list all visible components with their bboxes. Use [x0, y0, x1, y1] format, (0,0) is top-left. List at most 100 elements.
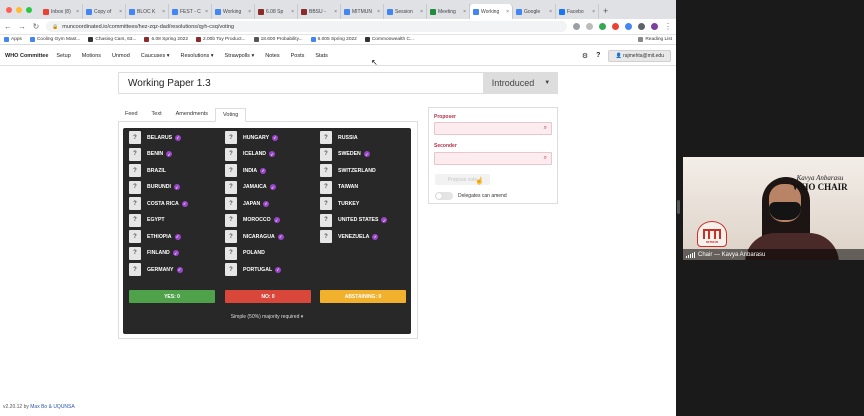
vote-toggle-button[interactable]: ?	[320, 213, 332, 227]
vote-toggle-button[interactable]: ?	[129, 180, 141, 194]
browser-tab[interactable]: BBSU - ×	[298, 4, 341, 19]
close-tab-icon[interactable]: ×	[119, 9, 122, 15]
footer-authors-link[interactable]: Max Bo & UQUNSA	[30, 404, 74, 410]
vote-toggle-button[interactable]: ?	[129, 147, 141, 161]
browser-tab[interactable]: Working ×	[470, 4, 513, 19]
close-tab-icon[interactable]: ×	[592, 9, 595, 15]
close-tab-icon[interactable]: ×	[549, 9, 552, 15]
browser-tab[interactable]: Meeting ×	[427, 4, 470, 19]
bookmark-star-icon[interactable]	[586, 23, 593, 30]
bookmark-item[interactable]: Apps	[4, 37, 22, 42]
abstain-tally-button[interactable]: ABSTAINING: 0	[320, 290, 406, 303]
browser-tab[interactable]: Google ×	[513, 4, 556, 19]
vote-toggle-button[interactable]: ?	[129, 230, 141, 243]
vote-toggle-button[interactable]: ?	[320, 164, 332, 177]
nav-item[interactable]: Caucuses ▾	[141, 53, 170, 59]
nav-item[interactable]: Posts	[291, 53, 305, 59]
minimize-window-button[interactable]	[16, 7, 22, 13]
panel-resize-handle[interactable]	[677, 200, 680, 214]
vote-toggle-button[interactable]: ?	[320, 230, 332, 243]
share-icon[interactable]	[573, 23, 580, 30]
committee-brand[interactable]: WHO Committee	[5, 53, 48, 59]
seconder-input[interactable]: ⌕	[434, 152, 552, 165]
vote-toggle-button[interactable]: ?	[129, 213, 141, 227]
reload-icon[interactable]: ↻	[32, 22, 40, 31]
close-tab-icon[interactable]: ×	[506, 9, 509, 15]
vote-toggle-button[interactable]: ?	[225, 197, 237, 210]
close-tab-icon[interactable]: ×	[248, 9, 251, 15]
user-account-button[interactable]: 👤 rajmehta@mit.edu	[608, 49, 671, 62]
new-tab-icon[interactable]: +	[599, 6, 612, 19]
tab-text[interactable]: Text	[145, 107, 169, 121]
browser-tab[interactable]: FEST - C ×	[169, 4, 212, 19]
close-tab-icon[interactable]: ×	[377, 9, 380, 15]
proposer-input[interactable]: ⌕	[434, 122, 552, 135]
browser-tab[interactable]: Inbox (8) ×	[40, 4, 83, 19]
vote-toggle-button[interactable]: ?	[225, 213, 237, 227]
nav-item[interactable]: Notes	[265, 53, 279, 59]
vote-toggle-button[interactable]: ?	[225, 246, 237, 260]
vote-toggle-button[interactable]: ?	[129, 197, 141, 210]
close-tab-icon[interactable]: ×	[334, 9, 337, 15]
close-tab-icon[interactable]: ×	[76, 9, 79, 15]
tab-feed[interactable]: Feed	[118, 107, 145, 121]
extension-icon[interactable]	[625, 23, 632, 30]
bookmark-item[interactable]: Chasing Cars, 63...	[88, 37, 136, 42]
bookmark-item[interactable]: Cooling Gym Mast...	[29, 37, 80, 42]
vote-toggle-button[interactable]: ?	[225, 147, 237, 161]
no-tally-button[interactable]: NO: 0	[225, 290, 311, 303]
vote-toggle-button[interactable]: ?	[225, 230, 237, 243]
bookmark-item[interactable]: 6.005 Spring 2022	[310, 37, 357, 42]
vote-toggle-button[interactable]: ?	[225, 180, 237, 194]
resolution-title-input[interactable]: Working Paper 1.3	[118, 72, 484, 94]
browser-tab[interactable]: Facebo ×	[556, 4, 599, 19]
nav-item[interactable]: Stats	[315, 53, 328, 59]
vote-toggle-button[interactable]: ?	[320, 197, 332, 210]
vote-toggle-button[interactable]: ?	[320, 131, 332, 144]
help-icon[interactable]: ?	[596, 52, 600, 59]
close-tab-icon[interactable]: ×	[291, 9, 294, 15]
video-tile[interactable]: Kavya Anbarasu WHO CHAIR MITMUN Chair — …	[683, 157, 864, 260]
reading-list-button[interactable]: Reading List	[638, 37, 672, 42]
yes-tally-button[interactable]: YES: 0	[129, 290, 215, 303]
bookmark-item[interactable]: 2.00b Toy Product...	[196, 37, 246, 42]
nav-item[interactable]: Setup	[56, 53, 70, 59]
close-tab-icon[interactable]: ×	[162, 9, 165, 15]
forward-arrow-icon[interactable]: →	[18, 22, 26, 31]
menu-dots-icon[interactable]: ⋮	[664, 22, 672, 31]
settings-gear-icon[interactable]: ⚙	[582, 52, 588, 60]
vote-toggle-button[interactable]: ?	[225, 131, 237, 144]
maximize-window-button[interactable]	[26, 7, 32, 13]
vote-toggle-button[interactable]: ?	[320, 147, 332, 161]
majority-dropdown[interactable]: Simple (50%) majority required ▾	[123, 314, 411, 320]
extension-icon[interactable]	[599, 23, 606, 30]
nav-item[interactable]: Strawpolls ▾	[225, 53, 255, 59]
back-arrow-icon[interactable]: ←	[4, 22, 12, 31]
tab-voting[interactable]: Voting	[215, 108, 247, 122]
vote-toggle-button[interactable]: ?	[129, 164, 141, 177]
close-tab-icon[interactable]: ×	[205, 9, 208, 15]
delegates-amend-toggle[interactable]	[435, 192, 453, 200]
close-tab-icon[interactable]: ×	[420, 9, 423, 15]
vote-toggle-button[interactable]: ?	[129, 246, 141, 260]
vote-toggle-button[interactable]: ?	[225, 263, 237, 276]
bookmark-item[interactable]: Commonwealth C...	[364, 37, 414, 42]
avatar[interactable]	[651, 23, 658, 30]
vote-toggle-button[interactable]: ?	[320, 180, 332, 194]
vote-toggle-button[interactable]: ?	[129, 131, 141, 144]
status-dropdown[interactable]: Introduced ▼	[484, 72, 558, 94]
browser-tab[interactable]: 6.08 Sp ×	[255, 4, 298, 19]
extension-icon[interactable]	[612, 23, 619, 30]
nav-item[interactable]: Unmod	[112, 53, 130, 59]
bookmark-item[interactable]: 18.600 Probability...	[253, 37, 303, 42]
vote-toggle-button[interactable]: ?	[129, 263, 141, 276]
browser-tab[interactable]: BLOC K ×	[126, 4, 169, 19]
bookmark-item[interactable]: 6.08 Spring 2022	[144, 37, 188, 42]
close-tab-icon[interactable]: ×	[463, 9, 466, 15]
close-window-button[interactable]	[6, 7, 12, 13]
browser-tab[interactable]: Working ×	[212, 4, 255, 19]
vote-toggle-button[interactable]: ?	[225, 164, 237, 177]
address-bar[interactable]: 🔒 muncoordinated.io/committees/hez-zqz-d…	[46, 21, 567, 32]
browser-tab[interactable]: Session ×	[384, 4, 427, 19]
browser-tab[interactable]: Copy of ×	[83, 4, 126, 19]
